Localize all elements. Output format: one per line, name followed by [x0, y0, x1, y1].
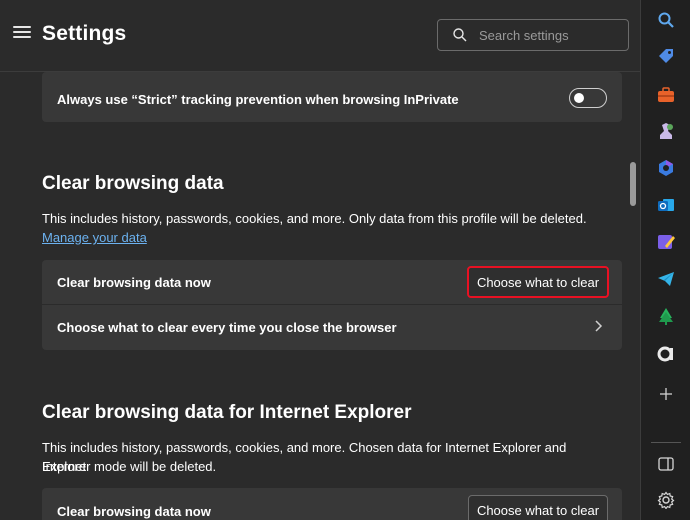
- settings-main: Always use “Strict” tracking prevention …: [0, 0, 640, 520]
- clear-now-row: Clear browsing data now Choose what to c…: [42, 260, 622, 304]
- clear-ie-description-line2: Explorer mode will be deleted.: [42, 459, 217, 474]
- tree-icon[interactable]: [654, 304, 678, 328]
- search-input[interactable]: [479, 25, 619, 45]
- edge-sidebar: [640, 0, 690, 520]
- strict-inprivate-label: Always use “Strict” tracking prevention …: [57, 92, 459, 107]
- sidebar-toggle-icon[interactable]: [654, 452, 678, 476]
- clear-ie-card: Clear browsing data now Choose what to c…: [42, 488, 622, 520]
- settings-gear-icon[interactable]: [654, 488, 678, 512]
- hamburger-menu-icon[interactable]: [13, 26, 31, 40]
- clear-browsing-title: Clear browsing data: [42, 173, 224, 194]
- scrollbar-thumb[interactable]: [630, 162, 636, 206]
- telegram-icon[interactable]: [654, 267, 678, 291]
- strict-inprivate-toggle[interactable]: [569, 88, 607, 108]
- clear-browsing-description: This includes history, passwords, cookie…: [42, 211, 587, 226]
- shopping-tag-icon[interactable]: [654, 45, 678, 69]
- designer-icon[interactable]: [654, 230, 678, 254]
- clear-ie-now-label: Clear browsing data now: [57, 504, 211, 519]
- outlook-icon[interactable]: [654, 193, 678, 217]
- ie-choose-what-to-clear-button[interactable]: Choose what to clear: [468, 495, 608, 520]
- chevron-right-icon: [593, 319, 603, 333]
- search-icon: [452, 27, 468, 43]
- clear-browsing-card: Clear browsing data now Choose what to c…: [42, 260, 622, 350]
- tracking-card: Always use “Strict” tracking prevention …: [42, 72, 622, 122]
- search-icon[interactable]: [654, 8, 678, 32]
- tools-briefcase-icon[interactable]: [654, 83, 678, 107]
- copilot-icon[interactable]: [654, 156, 678, 180]
- page-title: Settings: [42, 22, 127, 45]
- add-icon[interactable]: [654, 382, 678, 406]
- settings-header: Settings: [0, 0, 640, 72]
- app-a-icon[interactable]: [654, 341, 678, 365]
- toggle-knob: [574, 93, 584, 103]
- sidebar-divider: [651, 442, 681, 443]
- clear-on-close-row[interactable]: Choose what to clear every time you clos…: [42, 305, 622, 350]
- search-box[interactable]: [437, 19, 629, 51]
- games-icon[interactable]: [654, 119, 678, 143]
- clear-on-close-label: Choose what to clear every time you clos…: [57, 320, 397, 335]
- clear-now-label: Clear browsing data now: [57, 275, 211, 290]
- manage-data-link[interactable]: Manage your data: [42, 230, 147, 245]
- clear-ie-title: Clear browsing data for Internet Explore…: [42, 402, 412, 423]
- choose-what-to-clear-button[interactable]: Choose what to clear: [467, 266, 609, 298]
